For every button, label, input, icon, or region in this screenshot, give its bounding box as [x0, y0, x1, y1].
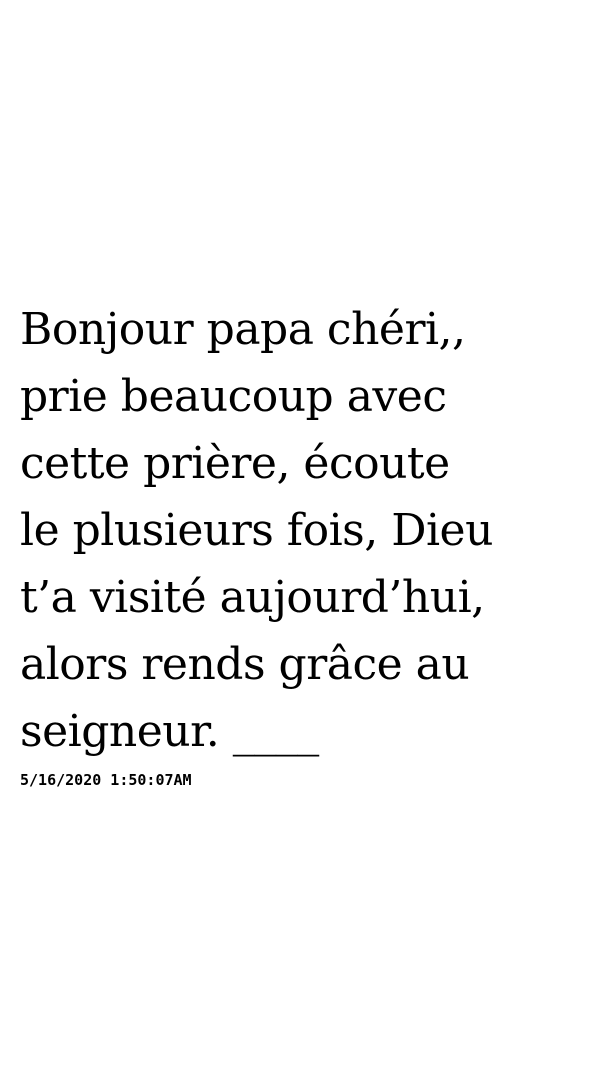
message-block: Bonjour papa chéri,, prie beaucoup avec …: [20, 296, 588, 789]
message-timestamp: 5/16/2020 1:50:07AM: [20, 771, 192, 789]
message-text: Bonjour papa chéri,, prie beaucoup avec …: [20, 304, 493, 757]
